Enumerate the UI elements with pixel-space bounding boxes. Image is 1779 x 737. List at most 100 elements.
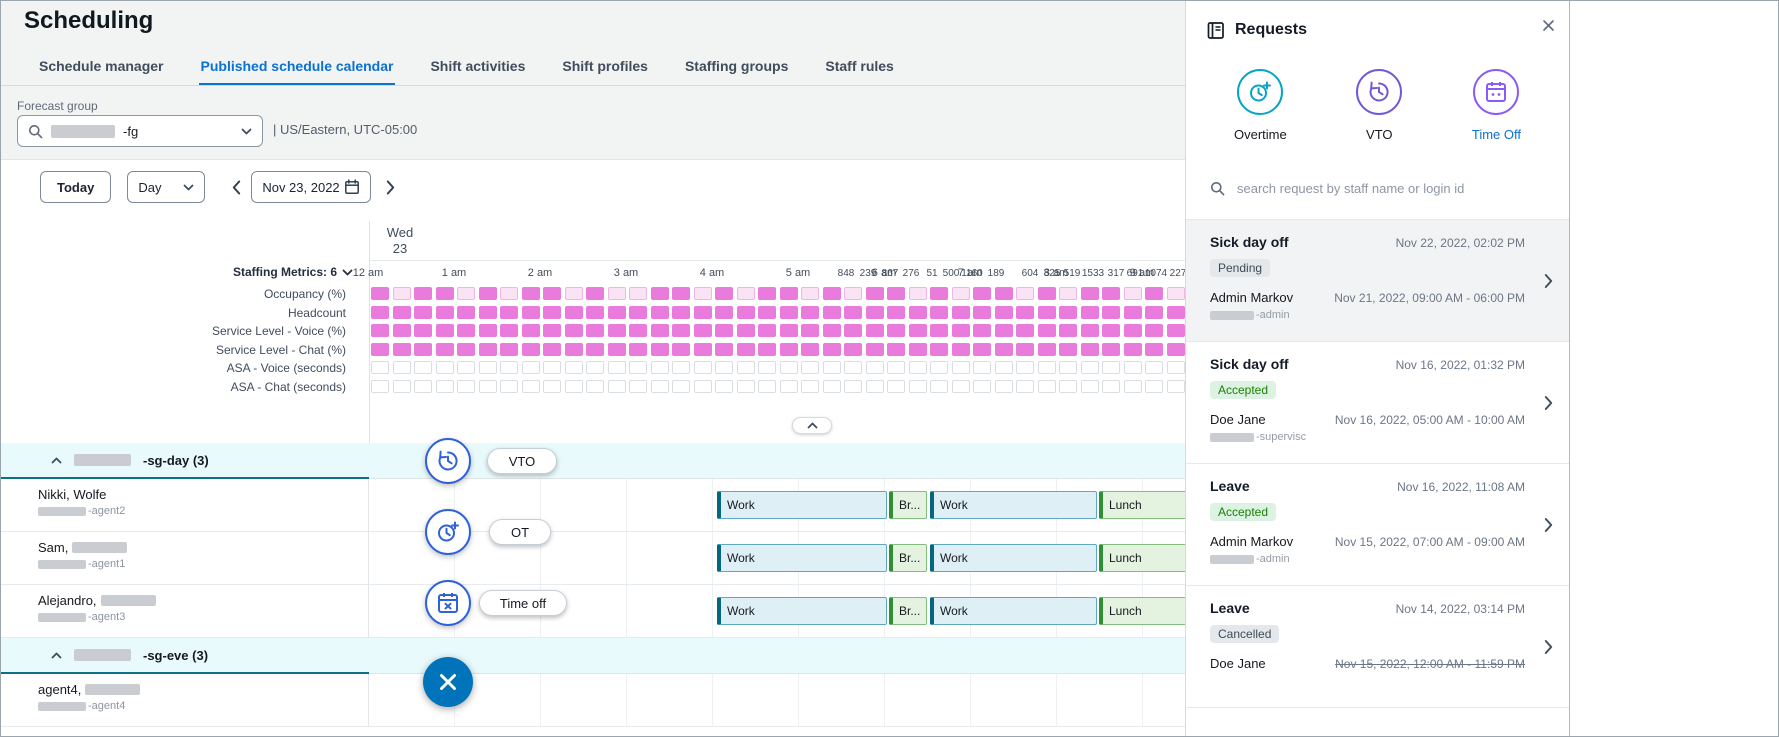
shift-label: Work [940,551,968,565]
shift-bar-work[interactable]: Work [930,597,1097,625]
overtime-fab-label[interactable]: OT [489,519,551,545]
shift-bar-work[interactable]: Work [930,544,1097,572]
staffing-metrics-dropdown[interactable]: Staffing Metrics: 6 [1,265,353,279]
agent-login: -agent1 [38,558,368,570]
redacted-text [1210,555,1254,564]
status-badge: Accepted [1210,503,1276,521]
metric-cell [608,343,626,356]
metric-cell [608,361,626,374]
metric-cell [393,380,411,393]
overtime-fab-button[interactable] [425,509,471,555]
timeoff-fab-label[interactable]: Time off [479,590,567,616]
next-day-button[interactable] [377,171,403,203]
request-item-body: Doe JaneNov 15, 2022, 12:00 AM - 11:59 P… [1210,656,1525,671]
shift-bar-lunch[interactable]: Lunch [1099,544,1185,572]
close-fab-button[interactable] [423,657,473,707]
redacted-text [1210,311,1254,320]
request-item[interactable]: Sick day offNov 22, 2022, 02:02 PMPendin… [1186,220,1569,342]
shift-bar-work[interactable]: Work [717,597,887,625]
request-item[interactable]: LeaveNov 16, 2022, 11:08 AMAcceptedAdmin… [1186,464,1569,586]
metric-cell [801,287,819,300]
timeoff-fab-button[interactable] [425,580,471,626]
metric-cell [672,361,690,374]
vto-fab-button[interactable] [425,438,471,484]
metric-cell [823,361,841,374]
tab-shift-profiles[interactable]: Shift profiles [560,49,650,85]
metric-cell [866,324,884,337]
metric-cell [737,380,755,393]
request-item[interactable]: LeaveNov 14, 2022, 03:14 PMCancelledDoe … [1186,586,1569,708]
open-request-button[interactable] [1540,269,1557,292]
metric-cell [1102,343,1120,356]
metric-cells [371,306,1185,319]
tab-shift-activities[interactable]: Shift activities [428,49,527,85]
collapse-metrics-button[interactable] [792,417,832,434]
tab-published-schedule-calendar[interactable]: Published schedule calendar [199,49,396,85]
shift-bar-work[interactable]: Work [717,491,887,519]
shift-bar-break[interactable]: Br... [889,544,927,572]
open-request-button[interactable] [1540,635,1557,658]
metric-cell [715,343,733,356]
request-item[interactable]: Sick day offNov 16, 2022, 01:32 PMAccept… [1186,342,1569,464]
scheduling-app: Scheduling Schedule managerPublished sch… [0,0,1779,737]
staffing-group-header[interactable]: -sg-eve (3) [1,638,369,674]
request-type-time-off[interactable]: Time Off [1472,69,1521,142]
open-request-button[interactable] [1540,391,1557,414]
request-title: Leave [1210,478,1250,494]
metric-cell [586,380,604,393]
request-item-body: Admin MarkovNov 15, 2022, 07:00 AM - 09:… [1210,534,1525,549]
request-type-vto[interactable]: VTO [1356,69,1402,142]
shift-bar-break[interactable]: Br... [889,597,927,625]
shift-bar-lunch[interactable]: Lunch [1099,597,1185,625]
metric-cell [801,324,819,337]
forecast-group-select[interactable]: -fg [17,115,263,147]
date-picker-input[interactable]: Nov 23, 2022 [251,171,371,203]
requester-name: Admin Markov [1210,290,1293,305]
clock-arrow-icon [436,449,460,473]
staffing-group-name: -sg-eve (3) [143,648,208,663]
metric-cell [1016,324,1034,337]
collapse-group-button[interactable] [51,652,62,659]
request-item-header: Sick day offNov 22, 2022, 02:02 PM [1210,234,1525,250]
request-search-input[interactable] [1235,180,1545,197]
metric-cell [629,361,647,374]
tab-schedule-manager[interactable]: Schedule manager [37,49,166,85]
metric-cell [371,306,389,319]
metric-cell [371,324,389,337]
metric-cell [1167,287,1185,300]
metric-cell [414,380,432,393]
open-request-button[interactable] [1540,513,1557,536]
tab-staffing-groups[interactable]: Staffing groups [683,49,790,85]
close-panel-button[interactable] [1536,13,1561,38]
tab-staff-rules[interactable]: Staff rules [823,49,895,85]
shift-bar-lunch[interactable]: Lunch [1099,491,1185,519]
metric-cell [973,287,991,300]
metric-cell [715,324,733,337]
metric-cell [565,380,583,393]
metric-cell [1167,380,1185,393]
shift-bar-break[interactable]: Br... [889,491,927,519]
metric-cell [1145,324,1163,337]
metric-cell [1059,343,1077,356]
metric-cell [479,287,497,300]
shift-bar-work[interactable]: Work [717,544,887,572]
request-type-overtime[interactable]: Overtime [1234,69,1287,142]
metric-cell [608,324,626,337]
today-button[interactable]: Today [40,171,111,203]
vto-fab-label[interactable]: VTO [487,448,557,474]
shift-bar-work[interactable]: Work [930,491,1097,519]
search-icon [1210,181,1225,196]
metric-cell [371,361,389,374]
metric-cell [758,306,776,319]
previous-day-button[interactable] [223,171,249,203]
view-select[interactable]: Day [127,171,205,203]
agent-login: -agent4 [38,700,368,712]
agent-login-suffix: -agent2 [88,505,125,517]
metric-cell [479,324,497,337]
staffing-group-header[interactable]: -sg-day (3) [1,443,369,479]
metric-cell [457,306,475,319]
hour-label: 1 am [442,267,466,279]
metric-cells [371,343,1185,356]
metric-cell [565,343,583,356]
collapse-group-button[interactable] [51,457,62,464]
